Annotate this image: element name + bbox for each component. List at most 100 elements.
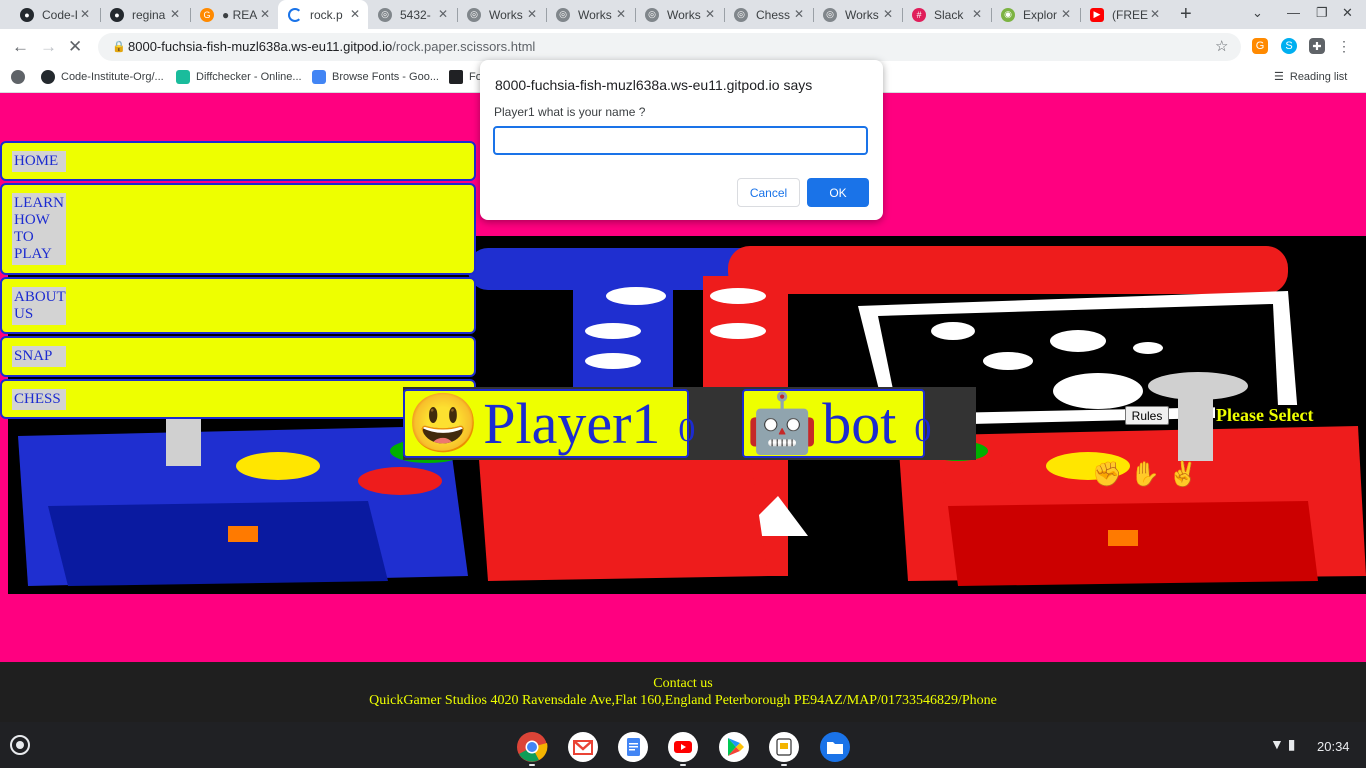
contact-details: QuickGamer Studios 4020 Ravensdale Ave,F… [369,693,997,708]
bookmark-google-fonts[interactable]: Browse Fonts - Goo... [312,70,439,84]
back-arrow-icon[interactable]: ← [12,37,29,57]
docs-icon[interactable] [617,731,649,763]
slack-icon: # [912,7,926,22]
globe-icon: ◎ [645,7,659,22]
system-clock[interactable]: 20:34 [1317,739,1350,754]
rules-button[interactable]: Rules [1125,406,1169,425]
player-score: 0 [678,411,696,449]
url-text[interactable]: 8000-fuchsia-fish-muzl638a.ws-eu11.gitpo… [128,39,535,54]
scoreboard: 😃 Player1 0 🤖 bot 0 [403,387,976,460]
minimize-icon[interactable]: — [1287,5,1300,20]
browser-menu-icon[interactable]: ⋮ [1336,38,1352,54]
dialog-message: Player1 what is your name ? [494,105,646,119]
tab-strip: ● Code-I ✕ ● regina ✕ G ● REA ✕ rock.p ✕… [0,0,1366,29]
bookmark-icon [449,70,463,84]
browser-tab[interactable]: ◎ Works ✕ [635,0,723,29]
close-tab-icon[interactable]: ✕ [616,7,626,21]
bookmark-fo[interactable]: Fo [449,70,482,84]
close-tab-icon[interactable]: ✕ [527,7,537,21]
globe-icon: ◎ [556,7,570,22]
browser-tab[interactable]: ● Code-I ✕ [10,0,98,29]
ok-button[interactable]: OK [807,178,869,207]
browser-tab[interactable]: ◎ Works ✕ [813,0,901,29]
reading-list-button[interactable]: ☰ Reading list [1274,70,1347,84]
youtube-icon: ▶ [1090,7,1104,22]
skype-extension-icon[interactable]: S [1281,38,1297,54]
globe-icon: ◎ [378,7,392,22]
google-fonts-icon [312,70,326,84]
player-name: Player1 [483,390,661,456]
browser-tab[interactable]: ● regina ✕ [100,0,188,29]
close-tab-icon[interactable]: ✕ [260,7,270,21]
browser-tab[interactable]: ◉ Explor ✕ [991,0,1079,29]
bookmark-code-institute[interactable]: Code-Institute-Org/... [41,70,164,84]
github-icon: ● [20,7,34,22]
apps-shortcut-icon[interactable] [11,70,31,84]
paper-hand-icon[interactable]: ✋ [1130,460,1160,489]
page-footer: Contact us QuickGamer Studios 4020 Raven… [0,662,1366,722]
lock-icon[interactable]: 🔒 [112,40,126,53]
close-tab-icon[interactable]: ✕ [350,7,360,21]
gmail-icon[interactable] [567,731,599,763]
tab-search-icon[interactable]: ⌄ [1252,5,1263,21]
new-tab-plus-icon[interactable]: + [1180,3,1192,26]
contact-us-heading: Contact us [653,676,713,691]
browser-tab[interactable]: ◎ 5432- ✕ [368,0,456,29]
globe-icon: ◎ [734,7,748,22]
close-tab-icon[interactable]: ✕ [883,7,893,21]
stop-loading-icon[interactable]: ✕ [68,37,82,57]
close-tab-icon[interactable]: ✕ [80,7,90,21]
nav-item-snap[interactable]: SNAP [0,336,476,377]
restore-icon[interactable]: ❐ [1316,5,1328,21]
dialog-title: 8000-fuchsia-fish-muzl638a.ws-eu11.gitpo… [495,77,813,93]
prompt-dialog: 8000-fuchsia-fish-muzl638a.ws-eu11.gitpo… [480,60,883,220]
player-score-box: 😃 Player1 0 [403,389,695,458]
bot-score-box: 🤖 bot 0 [742,389,931,458]
forward-arrow-icon[interactable]: → [40,37,57,57]
browser-tab[interactable]: G ● REA ✕ [190,0,278,29]
scissors-victory-icon[interactable]: ✌ [1168,460,1198,489]
explore-icon: ◉ [1001,7,1015,22]
github-icon [41,70,55,84]
nav-item-home[interactable]: HOME [0,141,476,181]
robot-icon: 🤖 [746,390,819,456]
browser-tab[interactable]: ◎ Chess ✕ [724,0,812,29]
bookmark-diffchecker[interactable]: Diffchecker - Online... [176,70,302,84]
reading-list-icon: ☰ [1274,71,1284,83]
wifi-battery-status-icon[interactable]: ▼ ▮ [1270,736,1295,753]
browser-tab[interactable]: ▶ (FREE ✕ [1080,0,1168,29]
close-tab-icon[interactable]: ✕ [972,7,982,21]
youtube-icon[interactable] [667,731,699,763]
browser-tab[interactable]: ◎ Works ✕ [457,0,545,29]
rock-fist-icon[interactable]: ✊ [1092,460,1122,489]
browser-tab[interactable]: # Slack ✕ [902,0,990,29]
close-tab-icon[interactable]: ✕ [1150,7,1160,21]
close-tab-icon[interactable]: ✕ [438,7,448,21]
files-icon[interactable] [819,731,851,763]
chrome-icon[interactable] [516,731,548,763]
player-name-input[interactable] [493,126,868,155]
nav-item-learn-how-to-play[interactable]: LEARN HOW TO PLAY [0,183,476,275]
cancel-button[interactable]: Cancel [737,178,800,207]
slides-icon[interactable] [768,731,800,763]
gitpod-icon: G [200,7,214,22]
bot-score: 0 [914,411,932,449]
browser-tab-active[interactable]: rock.p ✕ [278,0,368,29]
close-window-icon[interactable]: ✕ [1342,5,1353,21]
launcher-icon[interactable] [10,735,30,755]
play-store-icon[interactable] [718,731,750,763]
nav-item-about-us[interactable]: ABOUT US [0,277,476,334]
loading-icon [288,7,302,22]
please-select-prompt: Please Select [1215,405,1315,426]
extensions-puzzle-icon[interactable]: ✚ [1309,38,1325,54]
diffchecker-icon [176,70,190,84]
grammarly-extension-icon[interactable]: G [1252,38,1268,54]
browser-tab[interactable]: ◎ Works ✕ [546,0,634,29]
github-icon: ● [110,7,124,22]
close-tab-icon[interactable]: ✕ [794,7,804,21]
close-tab-icon[interactable]: ✕ [705,7,715,21]
close-tab-icon[interactable]: ✕ [170,7,180,21]
bookmark-star-icon[interactable]: ☆ [1215,37,1228,55]
close-tab-icon[interactable]: ✕ [1061,7,1071,21]
bot-name: bot [822,390,897,456]
